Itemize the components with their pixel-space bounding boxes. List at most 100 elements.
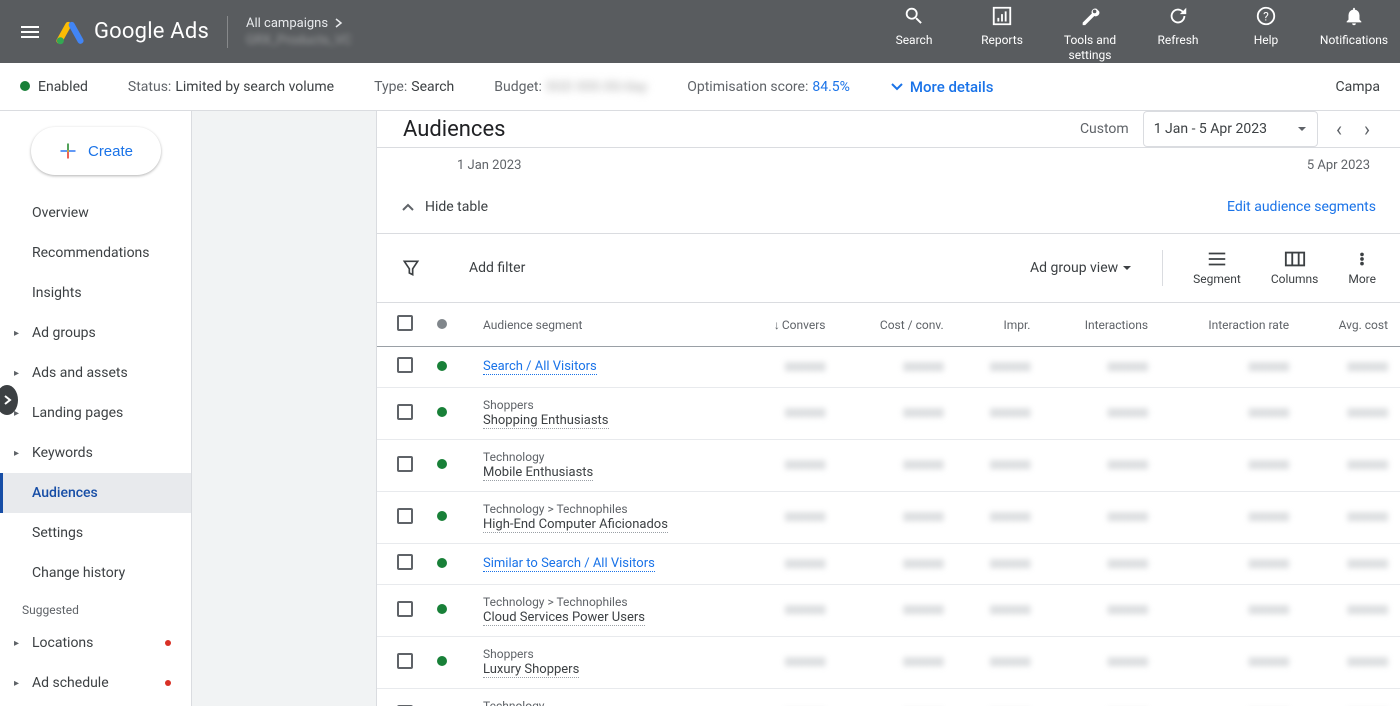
main-content: Audiences Custom 1 Jan - 5 Apr 2023 ‹ › … — [377, 111, 1400, 706]
sidebar-item-ad-groups[interactable]: ▸ Ad groups — [0, 313, 191, 353]
chart-date-axis: 1 Jan 2023 5 Apr 2023 — [377, 148, 1400, 185]
header-tools: Search Reports Tools and settings Refres… — [880, 1, 1388, 62]
segment-name: Mobile Enthusiasts — [483, 465, 593, 481]
segment-name[interactable]: Search / All Visitors — [483, 359, 597, 375]
next-period-button[interactable]: › — [1360, 113, 1374, 145]
prev-period-button[interactable]: ‹ — [1332, 113, 1346, 145]
columns-button[interactable]: Columns — [1271, 250, 1319, 286]
segment-icon — [1206, 250, 1228, 268]
alert-dot-icon — [165, 680, 171, 686]
row-checkbox[interactable] — [397, 357, 413, 373]
tools-settings-button[interactable]: Tools and settings — [1056, 5, 1124, 62]
sidebar-item-overview[interactable]: Overview — [0, 193, 191, 233]
table-row: TechnologyMobile Enthusiasts000000000000… — [377, 440, 1400, 492]
sidebar-item-settings[interactable]: Settings — [0, 513, 191, 553]
metric-value: 000000 — [1108, 406, 1148, 420]
view-toggle[interactable]: Ad group view — [1030, 260, 1132, 276]
budget-text: Budget:SGD 000.00/day — [494, 79, 647, 95]
metric-value: 000000 — [990, 510, 1030, 524]
row-checkbox[interactable] — [397, 404, 413, 420]
col-impr[interactable]: Impr. — [956, 303, 1043, 347]
metric-value: 000000 — [1348, 557, 1388, 571]
col-segment[interactable]: Audience segment — [459, 303, 676, 347]
row-checkbox[interactable] — [397, 456, 413, 472]
metric-value: 000000 — [1348, 406, 1388, 420]
help-button[interactable]: ? Help — [1232, 5, 1300, 47]
col-cost-conv[interactable]: Cost / conv. — [838, 303, 956, 347]
sidebar-item-label: Change history — [32, 565, 125, 581]
sidebar-item-label: Ad groups — [32, 325, 96, 341]
row-checkbox[interactable] — [397, 508, 413, 524]
refresh-button[interactable]: Refresh — [1144, 5, 1212, 47]
segment-category: Technology > Technophiles — [483, 595, 724, 609]
menu-icon[interactable] — [18, 20, 42, 44]
table-header-row: Audience segment ↓Convers Cost / conv. I… — [377, 303, 1400, 347]
segment-name[interactable]: Similar to Search / All Visitors — [483, 556, 655, 572]
plus-icon — [58, 141, 78, 161]
sidebar-section-suggested: Suggested — [0, 593, 191, 623]
search-icon — [903, 5, 925, 27]
status-text: Status:Limited by search volume — [128, 79, 334, 95]
notifications-button[interactable]: Notifications — [1320, 5, 1388, 47]
search-button[interactable]: Search — [880, 5, 948, 47]
metric-value: 000000 — [1108, 510, 1148, 524]
sidebar: Create OverviewRecommendationsInsights▸A… — [0, 111, 192, 706]
segment-name: Luxury Shoppers — [483, 662, 579, 678]
sidebar-item-locations[interactable]: ▸Locations — [0, 623, 191, 663]
segment-button[interactable]: Segment — [1193, 250, 1241, 286]
chevron-right-icon — [334, 18, 344, 28]
more-details-toggle[interactable]: More details — [890, 78, 994, 96]
sidebar-item-insights[interactable]: Insights — [0, 273, 191, 313]
sidebar-item-audiences[interactable]: Audiences — [0, 473, 191, 513]
sidebar-item-ads-and-assets[interactable]: ▸Ads and assets — [0, 353, 191, 393]
status-dot-icon — [437, 459, 447, 469]
sidebar-item-change-history[interactable]: Change history — [0, 553, 191, 593]
create-button[interactable]: Create — [31, 127, 161, 175]
add-filter-button[interactable]: Add filter — [469, 260, 525, 276]
col-interaction-rate[interactable]: Interaction rate — [1160, 303, 1301, 347]
chart-start-date: 1 Jan 2023 — [457, 158, 521, 173]
brand[interactable]: Google Ads — [56, 18, 209, 46]
segment-name: High-End Computer Aficionados — [483, 517, 668, 533]
col-avg-cost[interactable]: Avg. cost — [1301, 303, 1400, 347]
row-checkbox[interactable] — [397, 554, 413, 570]
sidebar-item-keywords[interactable]: ▸Keywords — [0, 433, 191, 473]
breadcrumb[interactable]: All campaigns GRX_Products_VC — [246, 16, 352, 48]
sidebar-item-label: Recommendations — [32, 245, 150, 261]
metric-value: 000000 — [1108, 458, 1148, 472]
sidebar-item-landing-pages[interactable]: ▸Landing pages — [0, 393, 191, 433]
status-dot-icon — [437, 511, 447, 521]
status-dot-icon — [437, 558, 447, 568]
segment-category: Technology — [483, 699, 724, 706]
secondary-column — [192, 111, 377, 706]
reports-button[interactable]: Reports — [968, 5, 1036, 47]
date-range-picker[interactable]: 1 Jan - 5 Apr 2023 — [1143, 111, 1318, 147]
product-name: Google Ads — [94, 19, 209, 44]
reports-icon — [991, 5, 1013, 27]
chevron-down-icon — [890, 80, 904, 94]
metric-value: 000000 — [1108, 603, 1148, 617]
sidebar-item-ad-schedule[interactable]: ▸Ad schedule — [0, 663, 191, 703]
row-checkbox[interactable] — [397, 653, 413, 669]
filter-icon[interactable] — [401, 258, 421, 278]
status-enabled: Enabled — [20, 79, 88, 95]
select-all-checkbox[interactable] — [397, 315, 413, 331]
metric-value: 000000 — [785, 510, 825, 524]
col-conversions[interactable]: ↓Convers — [736, 303, 838, 347]
columns-icon — [1284, 250, 1306, 268]
sidebar-item-label: Keywords — [32, 445, 93, 461]
chart-end-date: 5 Apr 2023 — [1307, 158, 1370, 173]
metric-value: 000000 — [903, 603, 943, 617]
metric-value: 000000 — [903, 458, 943, 472]
more-button[interactable]: More — [1348, 250, 1376, 286]
hide-table-toggle[interactable]: Hide table — [401, 199, 488, 215]
segment-name: Shopping Enthusiasts — [483, 413, 609, 429]
table-row: Technology > TechnophilesCloud Services … — [377, 585, 1400, 637]
row-checkbox[interactable] — [397, 601, 413, 617]
caret-icon: ▸ — [14, 328, 28, 339]
col-interactions[interactable]: Interactions — [1042, 303, 1160, 347]
metric-value: 000000 — [1249, 557, 1289, 571]
edit-audience-segments-link[interactable]: Edit audience segments — [1227, 199, 1376, 215]
audience-table: Audience segment ↓Convers Cost / conv. I… — [377, 302, 1400, 706]
sidebar-item-recommendations[interactable]: Recommendations — [0, 233, 191, 273]
